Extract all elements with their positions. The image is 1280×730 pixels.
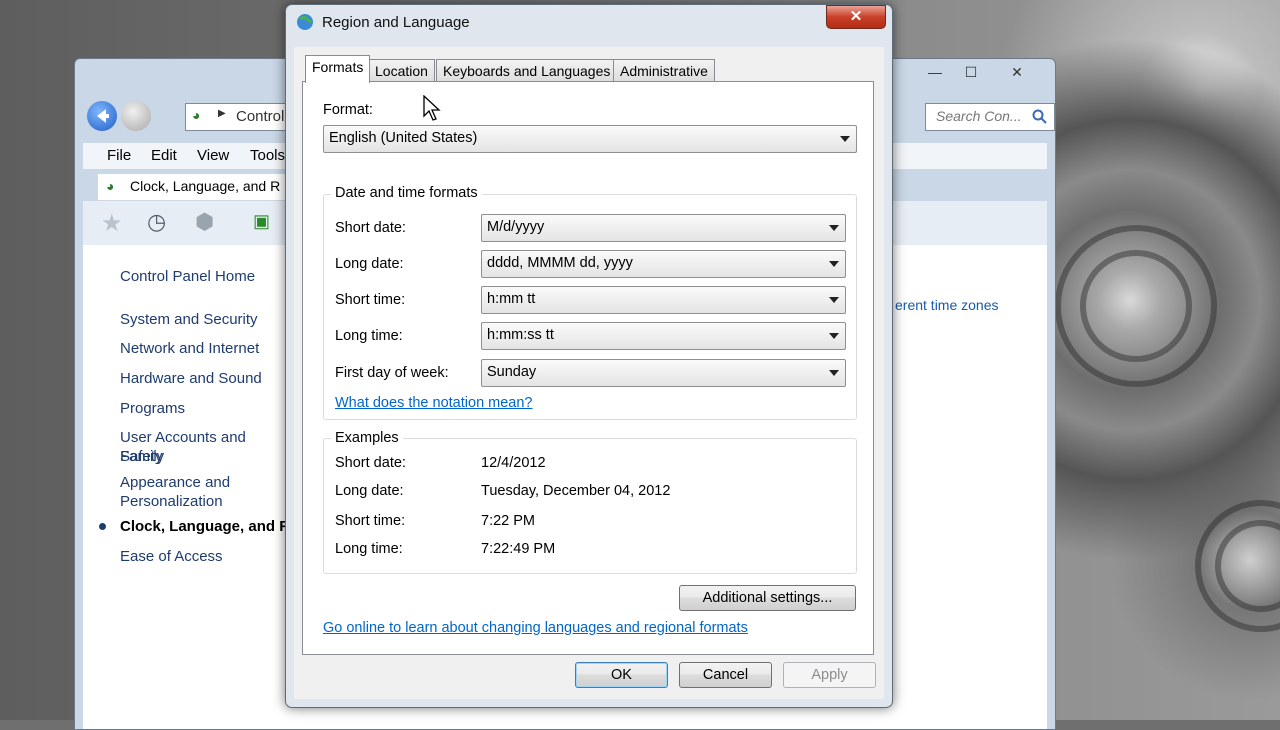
address-chevron-icon: ▶ xyxy=(218,108,226,119)
search-icon xyxy=(1032,109,1047,124)
first-day-label: First day of week: xyxy=(335,365,449,381)
long-date-value: dddd, MMMM dd, yyyy xyxy=(487,255,633,271)
forward-button[interactable] xyxy=(121,101,151,131)
tab-formats[interactable]: Formats xyxy=(305,55,371,83)
example-short-date-label: Short date: xyxy=(335,455,406,471)
menu-tools[interactable]: Tools xyxy=(250,147,285,164)
sidebar-item-programs[interactable]: Programs xyxy=(120,399,185,418)
chevron-down-icon xyxy=(829,261,839,267)
short-time-label: Short time: xyxy=(335,292,406,308)
sidebar-item-hardware-sound[interactable]: Hardware and Sound xyxy=(120,369,262,388)
example-short-time-label: Short time: xyxy=(335,513,406,529)
format-value: English (United States) xyxy=(329,130,478,146)
sidebar-item-ease-of-access[interactable]: Ease of Access xyxy=(120,547,223,566)
network-icon[interactable]: ⬢ xyxy=(195,209,214,235)
cp-close-button[interactable]: ✕ xyxy=(999,61,1035,83)
short-date-dropdown[interactable]: M/d/yyyy xyxy=(481,214,846,242)
short-time-value: h:mm tt xyxy=(487,291,536,307)
additional-settings-button[interactable]: Additional settings... xyxy=(679,585,856,611)
formats-tab-page: Format: English (United States) Date and… xyxy=(302,81,874,655)
back-arrow-icon xyxy=(97,109,109,123)
time-zones-link[interactable]: erent time zones xyxy=(895,297,999,313)
short-date-value: M/d/yyyy xyxy=(487,219,545,235)
notation-help-link[interactable]: What does the notation mean? xyxy=(335,395,533,411)
chevron-down-icon xyxy=(829,333,839,339)
star-icon[interactable]: ★ xyxy=(101,209,123,238)
menu-view[interactable]: View xyxy=(197,147,229,164)
example-long-date-label: Long date: xyxy=(335,483,404,499)
example-short-time-value: 7:22 PM xyxy=(481,513,535,529)
control-panel-home-link[interactable]: Control Panel Home xyxy=(120,267,255,286)
chevron-down-icon xyxy=(840,136,850,142)
examples-title: Examples xyxy=(331,430,403,446)
cp-sidebar: Control Panel Home System and Security N… xyxy=(83,245,293,729)
maximize-button[interactable]: ☐ xyxy=(953,61,989,83)
chevron-down-icon xyxy=(829,370,839,376)
dialog-client-area: Formats Location Keyboards and Languages… xyxy=(294,47,884,699)
chevron-down-icon xyxy=(829,297,839,303)
close-button[interactable]: ✕ xyxy=(826,5,886,29)
example-short-date-value: 12/4/2012 xyxy=(481,455,546,471)
menu-file[interactable]: File xyxy=(107,147,131,164)
globe-icon xyxy=(297,14,313,30)
region-language-dialog: Region and Language ✕ Formats Location K… xyxy=(285,4,893,708)
window-icon[interactable]: ▣ xyxy=(253,211,270,232)
wallpaper-ring xyxy=(1055,225,1217,387)
example-long-date-value: Tuesday, December 04, 2012 xyxy=(481,483,671,499)
short-time-dropdown[interactable]: h:mm tt xyxy=(481,286,846,314)
example-long-time-label: Long time: xyxy=(335,541,403,557)
sidebar-item-network-internet[interactable]: Network and Internet xyxy=(120,339,259,358)
format-label: Format: xyxy=(323,102,373,118)
first-day-dropdown[interactable]: Sunday xyxy=(481,359,846,387)
chevron-down-icon xyxy=(829,225,839,231)
search-placeholder: Search Con... xyxy=(936,108,1022,124)
dialog-title: Region and Language xyxy=(322,14,470,31)
sidebar-item-system-security[interactable]: System and Security xyxy=(120,310,258,329)
ok-button[interactable]: OK xyxy=(575,662,668,688)
date-time-formats-title: Date and time formats xyxy=(331,185,482,201)
example-long-time-value: 7:22:49 PM xyxy=(481,541,556,557)
sidebar-item-appearance[interactable]: Appearance and xyxy=(120,473,230,492)
control-panel-icon: ◕ xyxy=(192,107,201,123)
current-item-bullet xyxy=(99,523,106,530)
history-icon[interactable]: ◷ xyxy=(147,209,166,235)
long-date-dropdown[interactable]: dddd, MMMM dd, yyyy xyxy=(481,250,846,278)
back-button[interactable] xyxy=(87,101,117,131)
long-time-label: Long time: xyxy=(335,328,403,344)
tab-location[interactable]: Location xyxy=(368,59,435,82)
search-box[interactable]: Search Con... xyxy=(925,103,1055,131)
mouse-cursor-icon xyxy=(423,95,441,121)
sidebar-item-appearance-line2[interactable]: Personalization xyxy=(120,492,223,511)
crumb-icon: ◕ xyxy=(106,178,115,194)
long-date-label: Long date: xyxy=(335,256,404,272)
tab-administrative[interactable]: Administrative xyxy=(613,59,715,82)
menu-edit[interactable]: Edit xyxy=(151,147,177,164)
long-time-dropdown[interactable]: h:mm:ss tt xyxy=(481,322,846,350)
short-date-label: Short date: xyxy=(335,220,406,236)
apply-button[interactable]: Apply xyxy=(783,662,876,688)
cancel-button[interactable]: Cancel xyxy=(679,662,772,688)
first-day-value: Sunday xyxy=(487,364,537,380)
wallpaper-ring xyxy=(1195,500,1280,632)
minimize-button[interactable]: — xyxy=(917,61,953,83)
breadcrumb-text: Clock, Language, and R xyxy=(130,178,281,194)
sidebar-item-user-accounts-line2[interactable]: Safety xyxy=(120,447,163,466)
format-dropdown[interactable]: English (United States) xyxy=(323,125,857,153)
address-text: Control xyxy=(236,108,285,125)
long-time-value: h:mm:ss tt xyxy=(487,327,554,343)
sidebar-item-clock-language[interactable]: Clock, Language, and R xyxy=(120,517,290,536)
online-help-link[interactable]: Go online to learn about changing langua… xyxy=(323,620,748,636)
tab-keyboards-languages[interactable]: Keyboards and Languages xyxy=(436,59,618,82)
